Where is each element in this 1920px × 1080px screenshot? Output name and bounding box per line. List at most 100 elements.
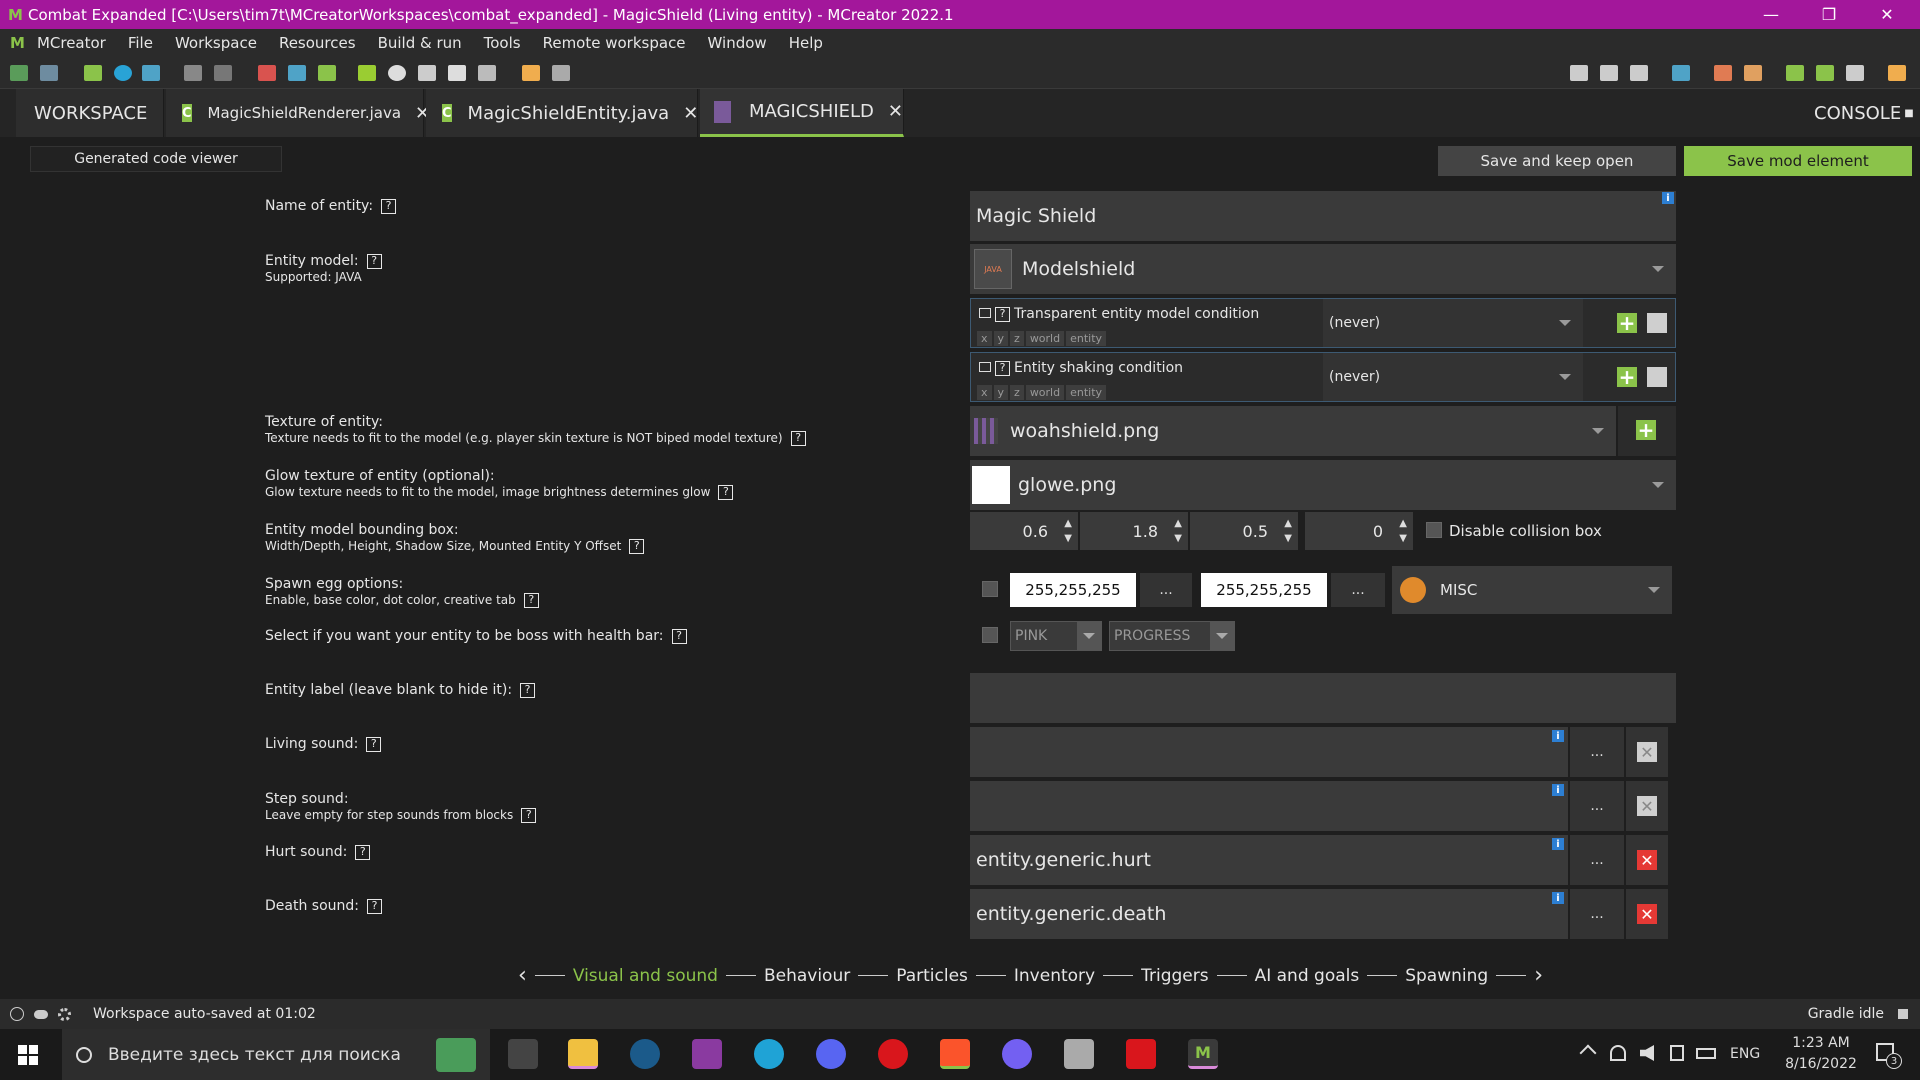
death-sound-browse-button[interactable]: ... <box>1570 889 1624 939</box>
folder-icon[interactable] <box>1672 65 1690 81</box>
tab-entity-java[interactable]: C MagicShieldEntity.java ✕ <box>426 89 698 137</box>
git-branch-icon[interactable] <box>1570 65 1588 81</box>
viber-icon[interactable] <box>1002 1039 1032 1069</box>
layout-icon[interactable] <box>318 65 336 81</box>
volume-icon[interactable] <box>1640 1045 1654 1061</box>
steam-icon[interactable] <box>630 1039 660 1069</box>
sound-icon[interactable] <box>114 65 132 81</box>
help-icon[interactable]: ? <box>367 898 382 914</box>
boss-style-select[interactable]: PROGRESS <box>1109 621 1235 651</box>
edit-procedure-icon[interactable] <box>1647 313 1667 333</box>
stop-icon[interactable] <box>1846 65 1864 81</box>
help-icon[interactable]: ? <box>523 593 539 608</box>
build-icon[interactable] <box>1714 65 1732 81</box>
help-icon[interactable]: ? <box>521 808 537 823</box>
help-icon[interactable]: ? <box>671 628 687 644</box>
page-ai-goals[interactable]: AI and goals <box>1255 966 1360 986</box>
boss-color-select[interactable]: PINK <box>1010 621 1102 651</box>
download-icon[interactable] <box>1600 65 1618 81</box>
disable-collision-checkbox[interactable] <box>1426 522 1442 538</box>
menu-window[interactable]: Window <box>708 34 767 52</box>
blocks-icon[interactable] <box>258 65 276 81</box>
spinner-arrows-icon[interactable]: ▲ ▼ <box>1284 516 1292 546</box>
base-color-picker-button[interactable]: ... <box>1140 573 1192 607</box>
workspace-icon[interactable] <box>40 65 58 81</box>
bbox-shadow-spinner[interactable]: 0.5 ▲ ▼ <box>1190 512 1298 550</box>
export-icon[interactable] <box>1888 65 1906 81</box>
model-icon[interactable] <box>388 65 406 81</box>
save-keep-open-button[interactable]: Save and keep open <box>1438 146 1676 176</box>
spawn-egg-checkbox[interactable] <box>982 581 998 597</box>
transparent-condition-select[interactable]: (never) <box>1323 299 1583 347</box>
help-icon[interactable]: ? <box>995 360 1010 376</box>
step-sound-field[interactable] <box>970 781 1568 831</box>
shaking-condition-select[interactable]: (never) <box>1323 353 1583 401</box>
menu-help[interactable]: Help <box>789 34 823 52</box>
glow-texture-select[interactable]: glowe.png <box>970 460 1676 510</box>
task-view-icon[interactable] <box>508 1039 538 1069</box>
bbox-height-spinner[interactable]: 1.8 ▲ ▼ <box>1080 512 1188 550</box>
boss-checkbox[interactable] <box>982 627 998 643</box>
structure-icon[interactable] <box>184 65 202 81</box>
generated-code-viewer-button[interactable]: Generated code viewer <box>30 146 282 172</box>
living-sound-clear-button[interactable]: ✕ <box>1626 727 1668 777</box>
tab-magicshield[interactable]: MAGICSHIELD ✕ <box>700 89 904 137</box>
bbox-width-spinner[interactable]: 0.6 ▲ ▼ <box>970 512 1078 550</box>
menu-tools[interactable]: Tools <box>484 34 521 52</box>
menu-remote-workspace[interactable]: Remote workspace <box>543 34 686 52</box>
new-element-icon[interactable] <box>10 65 28 81</box>
spinner-arrows-icon[interactable]: ▲ ▼ <box>1174 516 1182 546</box>
hammer-icon[interactable] <box>1744 65 1762 81</box>
app-icon[interactable] <box>1064 1039 1094 1069</box>
battery-icon[interactable] <box>1696 1048 1716 1059</box>
run-client-icon[interactable] <box>1786 65 1804 81</box>
image-icon[interactable] <box>142 65 160 81</box>
discord-icon[interactable] <box>816 1039 846 1069</box>
hurt-sound-field[interactable]: entity.generic.hurt <box>970 835 1568 885</box>
death-sound-clear-button[interactable]: ✕ <box>1626 889 1668 939</box>
winrar-icon[interactable] <box>692 1039 722 1069</box>
page-spawning[interactable]: Spawning <box>1405 966 1488 986</box>
windows-start-icon[interactable] <box>18 1045 38 1065</box>
edit-procedure-icon[interactable] <box>1647 367 1667 387</box>
hurt-sound-clear-button[interactable]: ✕ <box>1626 835 1668 885</box>
base-color-field[interactable]: 255,255,255 <box>1010 573 1136 607</box>
help-icon[interactable]: ? <box>790 431 806 446</box>
entity-name-field[interactable]: Magic Shield <box>970 191 1676 241</box>
close-window-button[interactable]: ✕ <box>1858 0 1916 29</box>
close-tab-icon[interactable]: ✕ <box>683 103 698 124</box>
add-texture-button[interactable]: + <box>1618 406 1676 456</box>
living-sound-field[interactable] <box>970 727 1568 777</box>
minimize-button[interactable]: — <box>1742 0 1800 29</box>
help-icon[interactable]: ? <box>366 736 382 752</box>
opera-icon[interactable] <box>878 1039 908 1069</box>
step-sound-clear-button[interactable]: ✕ <box>1626 781 1668 831</box>
help-icon[interactable]: ? <box>366 253 382 269</box>
hurt-sound-browse-button[interactable]: ... <box>1570 835 1624 885</box>
animation-icon[interactable] <box>358 65 376 81</box>
variables-icon[interactable] <box>522 65 540 81</box>
help-icon[interactable]: ? <box>718 485 734 500</box>
page-inventory[interactable]: Inventory <box>1014 966 1095 986</box>
upload-icon[interactable] <box>1630 65 1648 81</box>
menu-workspace[interactable]: Workspace <box>175 34 257 52</box>
run-server-icon[interactable] <box>1816 65 1834 81</box>
save-icon[interactable] <box>214 65 232 81</box>
bbox-y-offset-spinner[interactable]: 0 ▲ ▼ <box>1305 512 1413 550</box>
entity-label-field[interactable] <box>970 673 1676 723</box>
link-icon[interactable] <box>552 65 570 81</box>
grid-icon[interactable] <box>288 65 306 81</box>
page-visual-sound[interactable]: Visual and sound <box>573 966 718 986</box>
menu-build-run[interactable]: Build & run <box>378 34 462 52</box>
settings-icon[interactable] <box>58 1007 71 1021</box>
file-explorer-icon[interactable] <box>568 1039 598 1069</box>
edge-icon[interactable] <box>754 1039 784 1069</box>
page-particles[interactable]: Particles <box>896 966 968 986</box>
menu-resources[interactable]: Resources <box>279 34 356 52</box>
package-icon[interactable] <box>478 65 496 81</box>
page-behaviour[interactable]: Behaviour <box>764 966 850 986</box>
help-icon[interactable]: ? <box>995 306 1010 322</box>
dot-color-field[interactable]: 255,255,255 <box>1201 573 1327 607</box>
death-sound-field[interactable]: entity.generic.death <box>970 889 1568 939</box>
device-icon[interactable] <box>1670 1045 1684 1061</box>
